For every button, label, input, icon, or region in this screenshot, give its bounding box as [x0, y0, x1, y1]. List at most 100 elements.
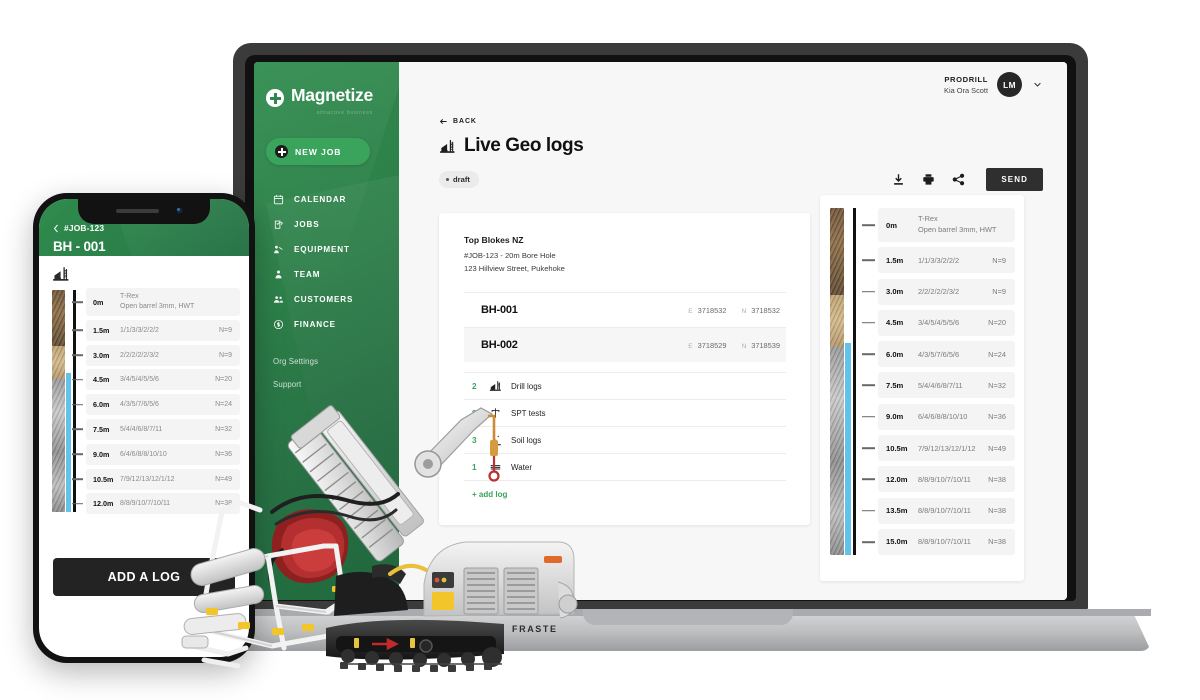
depth-value: 0m: [886, 220, 897, 230]
phone-back-label: #JOB-123: [64, 223, 105, 233]
sidebar-label: EQUIPMENT: [294, 245, 350, 254]
n-value: N=9: [992, 255, 1006, 265]
brand-logo[interactable]: Magnetize attractive business: [254, 62, 399, 116]
blow-counts: 5/4/4/6/8/7/11: [120, 425, 163, 433]
depth-tick-icon: [72, 478, 83, 480]
northing-label: N: [741, 307, 747, 315]
geo-row[interactable]: 13.5m 8/8/9/10/7/10/11 N=38: [862, 497, 1015, 524]
blow-counts: 3/4/5/4/5/5/6: [120, 376, 159, 384]
geo-row[interactable]: 9.0m 6/4/6/8/8/10/10 N=36: [862, 403, 1015, 430]
northing-label: N: [741, 342, 747, 350]
download-icon[interactable]: [892, 173, 905, 186]
n-value: N=9: [218, 351, 232, 359]
geo-log-panel: 0m T-Rex Open barrel 3mm, HWT 1.5m 1/1/3/…: [820, 195, 1024, 581]
chevron-down-icon[interactable]: [1032, 79, 1043, 90]
rig-detail: Open barrel 3mm, HWT: [918, 225, 997, 234]
borehole-coords: E 3718529 N 3718539: [688, 341, 780, 350]
borehole-row[interactable]: BH-002 E 3718529 N 3718539: [464, 327, 786, 362]
geo-row[interactable]: 4.5m 3/4/5/4/5/5/6 N=20: [862, 309, 1015, 336]
geo-row[interactable]: 10.5m 7/9/12/13/12/1/12 N=49: [862, 435, 1015, 462]
depth-value: 12.0m: [93, 499, 114, 509]
geo-row[interactable]: 1.5m 1/1/3/3/2/2/2 N=9: [862, 247, 1015, 274]
depth-value: 1.5m: [886, 255, 904, 265]
phone-back-button[interactable]: #JOB-123: [53, 223, 104, 233]
easting-label: E: [688, 342, 693, 350]
avatar[interactable]: LM: [997, 72, 1022, 97]
rig-name: T-Rex: [120, 292, 139, 300]
plus-circle-icon: [266, 89, 284, 107]
n-value: N=38: [988, 474, 1006, 484]
new-job-button[interactable]: NEW JOB: [266, 138, 370, 165]
back-button[interactable]: BACK: [439, 117, 1043, 126]
depth-tick-icon: [862, 224, 875, 226]
user-greeting: Kia Ora Scott: [944, 85, 988, 95]
depth-value: 1.5m: [93, 325, 110, 335]
rig-name: T-Rex: [918, 214, 938, 224]
geo-row[interactable]: 0m T-Rex Open barrel 3mm, HWT: [862, 208, 1015, 242]
borehole-row[interactable]: BH-001 E 3718532 N 3718532: [464, 292, 786, 327]
core-sample-column: [52, 290, 65, 512]
back-label: BACK: [453, 118, 477, 125]
status-label: draft: [453, 175, 470, 184]
n-value: N=9: [218, 326, 232, 334]
geo-row[interactable]: 0m T-Rex Open barrel 3mm, HWT: [72, 288, 240, 316]
share-icon[interactable]: [952, 173, 965, 186]
depth-tick-icon: [72, 453, 83, 456]
blow-counts: 7/9/12/13/12/1/12: [918, 443, 976, 453]
geo-row[interactable]: 3.0m 2/2/2/2/2/3/2 N=9: [862, 278, 1015, 305]
blow-counts: 6/4/6/8/8/10/10: [918, 412, 968, 422]
depth-value: 9.0m: [886, 412, 904, 422]
depth-value: 3.0m: [93, 350, 110, 360]
geo-row[interactable]: 15.0m 8/8/9/10/7/10/11 N=38: [862, 528, 1015, 555]
status-badge: draft: [439, 171, 479, 188]
sidebar-item-calendar[interactable]: CALENDAR: [254, 187, 399, 212]
blow-counts: 7/9/12/13/12/1/12: [120, 475, 175, 483]
job-address: 123 Hillview Street, Pukehoke: [464, 264, 565, 273]
blow-counts: 5/4/4/6/8/7/11: [918, 380, 963, 390]
arrow-left-icon: [439, 117, 448, 126]
sidebar-label: TEAM: [294, 270, 321, 279]
calendar-icon: [273, 194, 284, 205]
geo-row[interactable]: 12.0m 8/8/9/10/7/10/11 N=38: [862, 466, 1015, 493]
depth-tick-icon: [862, 290, 875, 293]
org-name: PRODRILL: [944, 74, 988, 84]
phone-notch: [78, 199, 210, 224]
brand-tagline: attractive business: [316, 110, 373, 116]
depth-value: 6.0m: [886, 349, 904, 359]
blow-counts: 8/8/9/10/7/10/11: [918, 474, 971, 484]
sidebar-label: FINANCE: [294, 320, 336, 329]
borehole-name: BH-002: [481, 339, 518, 351]
easting-label: E: [688, 307, 693, 315]
geo-row[interactable]: 6.0m 4/3/5/7/6/5/6 N=24: [862, 341, 1015, 368]
depth-tick-icon: [72, 329, 83, 332]
depth-tick-icon: [72, 301, 83, 303]
n-value: N=20: [988, 318, 1006, 328]
blow-counts: 6/4/6/8/8/10/10: [120, 450, 167, 458]
blow-counts: 8/8/9/10/7/10/11: [918, 537, 971, 547]
depth-value: 12.0m: [886, 474, 908, 484]
geo-row[interactable]: 1.5m 1/1/3/3/2/2/2 N=9: [72, 319, 240, 341]
phone-header: #JOB-123 BH - 001: [39, 199, 249, 256]
depth-value: 10.5m: [93, 474, 114, 484]
n-value: N=49: [988, 443, 1006, 453]
laptop-base-notch: [583, 609, 793, 625]
print-icon[interactable]: [922, 173, 935, 186]
chevron-left-icon: [53, 224, 59, 233]
depth-value: 7.5m: [886, 380, 904, 390]
send-button[interactable]: SEND: [986, 168, 1043, 191]
sidebar-item-finance[interactable]: FINANCE: [254, 312, 399, 337]
job-line: #JOB-123 - 20m Bore Hole: [464, 251, 556, 260]
depth-tick-icon: [862, 478, 875, 481]
page-title: Live Geo logs: [464, 135, 584, 156]
sidebar-item-jobs[interactable]: JOBS: [254, 212, 399, 237]
depth-value: 10.5m: [886, 443, 908, 453]
n-value: N=32: [988, 380, 1006, 390]
sidebar-item-customers[interactable]: CUSTOMERS: [254, 287, 399, 312]
geo-row[interactable]: 7.5m 5/4/4/6/8/7/11 N=32: [862, 372, 1015, 399]
n-value: N=38: [988, 537, 1006, 547]
sidebar-label: JOBS: [294, 220, 320, 229]
sidebar-item-equipment[interactable]: EQUIPMENT: [254, 237, 399, 262]
user-menu[interactable]: PRODRILL Kia Ora Scott LM: [944, 72, 1043, 97]
sidebar-item-team[interactable]: TEAM: [254, 262, 399, 287]
topbar: PRODRILL Kia Ora Scott LM: [399, 62, 1067, 107]
